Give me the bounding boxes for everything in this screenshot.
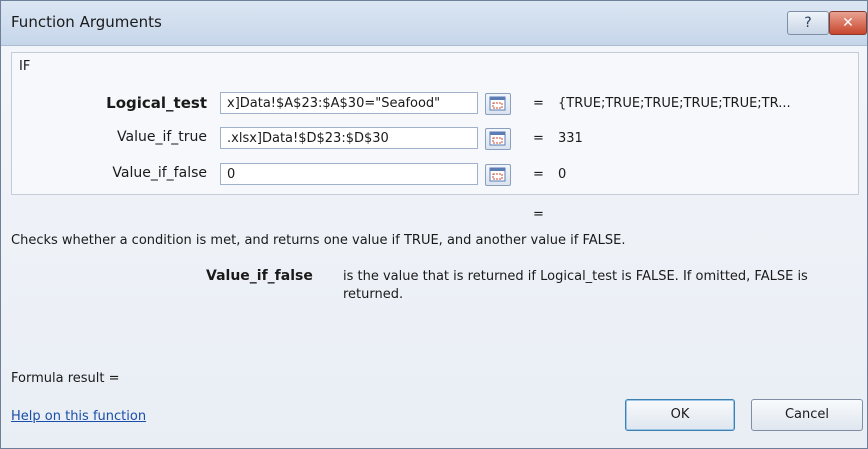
close-button[interactable]: ✕ — [829, 11, 867, 35]
collapse-dialog-icon — [489, 167, 506, 182]
ok-button[interactable]: OK — [625, 399, 735, 431]
logical-test-ref-button[interactable] — [485, 93, 511, 115]
arg-label-logical-test: Logical_test — [106, 94, 207, 112]
value-if-true-result: 331 — [558, 131, 583, 146]
collapse-dialog-icon — [489, 96, 506, 111]
cancel-button[interactable]: Cancel — [751, 399, 863, 431]
value-if-false-equals: = — [533, 167, 544, 182]
dialog-title: Function Arguments — [11, 13, 162, 31]
arg-label-value-if-false: Value_if_false — [112, 165, 207, 181]
function-result-equals: = — [533, 207, 544, 222]
collapse-dialog-icon — [489, 131, 506, 146]
value-if-true-equals: = — [533, 131, 544, 146]
logical-test-input[interactable]: x]Data!$A$23:$A$30="Seafood" — [220, 92, 478, 114]
title-bar[interactable]: Function Arguments ? ✕ — [1, 1, 867, 46]
arg-label-value-if-true: Value_if_true — [117, 129, 207, 145]
help-on-function-link[interactable]: Help on this function — [11, 409, 146, 424]
value-if-true-input[interactable]: .xlsx]Data!$D$23:$D$30 — [220, 127, 478, 149]
logical-test-result: {TRUE;TRUE;TRUE;TRUE;TRUE;TR... — [558, 96, 791, 111]
value-if-false-result: 0 — [558, 167, 567, 182]
function-description: Checks whether a condition is met, and r… — [11, 233, 626, 248]
help-button[interactable]: ? — [787, 11, 829, 35]
logical-test-equals: = — [533, 96, 544, 111]
argument-help-text: is the value that is returned if Logical… — [343, 269, 808, 302]
value-if-false-input[interactable]: 0 — [220, 163, 478, 185]
function-arguments-dialog: Function Arguments ? ✕ IF Logical_test x… — [0, 0, 868, 449]
value-if-true-ref-button[interactable] — [485, 128, 511, 150]
value-if-false-ref-button[interactable] — [485, 164, 511, 186]
function-name: IF — [19, 59, 31, 74]
argument-help-name: Value_if_false — [206, 268, 313, 284]
formula-result-label: Formula result = — [11, 371, 120, 386]
